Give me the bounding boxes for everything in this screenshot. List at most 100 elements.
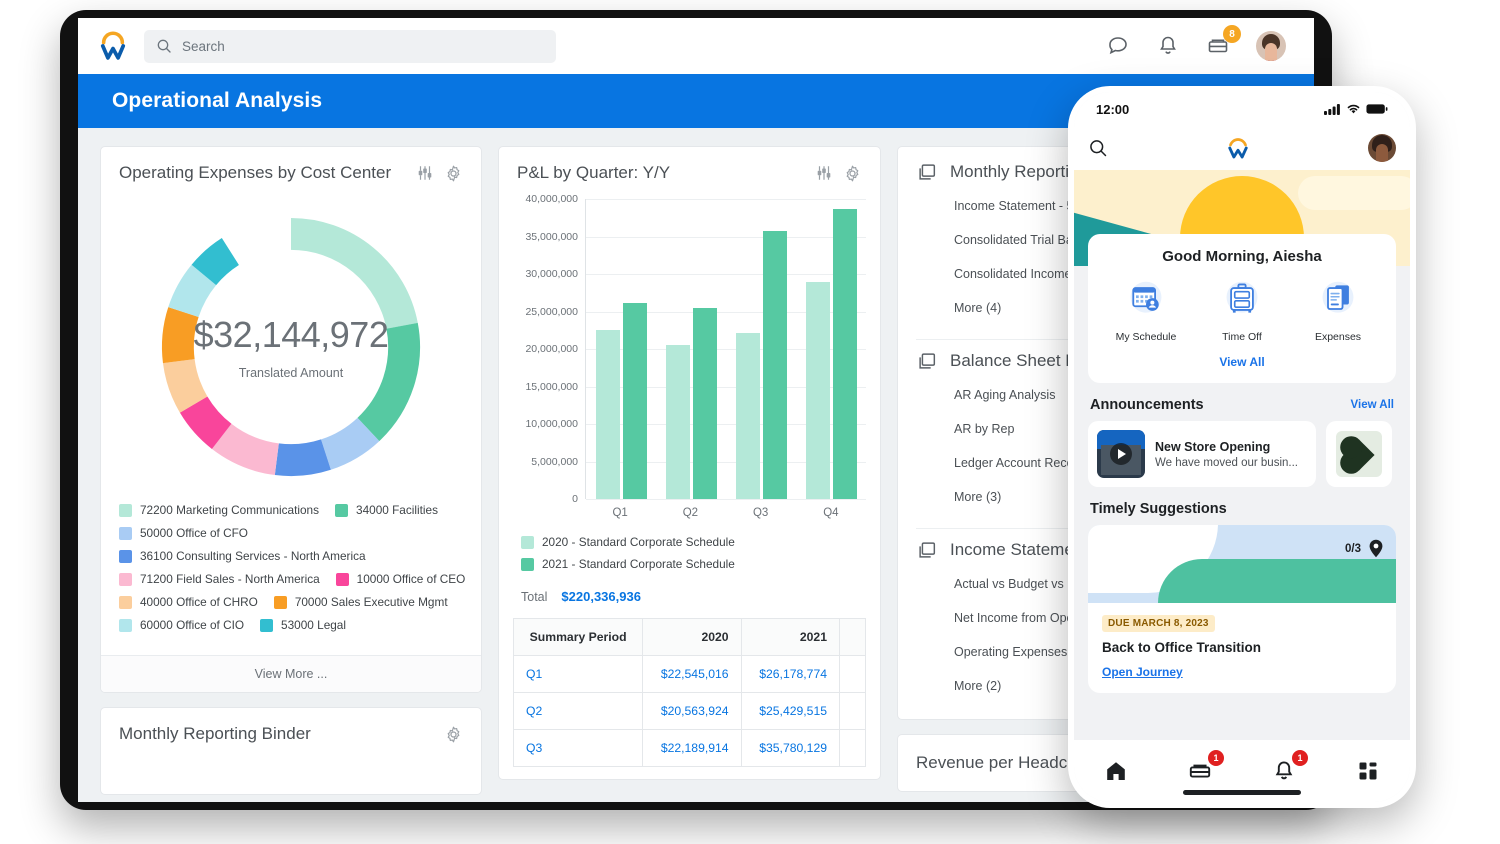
table-cell-period[interactable]: Q1 — [512, 655, 644, 693]
table-header: 2020 — [642, 618, 742, 656]
suggestion-card[interactable]: 0/3 DUE MARCH 8, 2023 Back to Office Tra… — [1088, 525, 1396, 693]
home-indicator — [1183, 790, 1301, 795]
phone-navbar — [1074, 126, 1410, 170]
announcements-title: Announcements — [1090, 397, 1204, 413]
legend-item[interactable]: 71200 Field Sales - North America — [119, 572, 320, 586]
open-journey-link[interactable]: Open Journey — [1088, 655, 1396, 693]
x-tick: Q2 — [682, 507, 699, 519]
legend-swatch — [521, 557, 534, 571]
y-tick: 0 — [572, 493, 578, 505]
binder-icon — [919, 542, 936, 558]
search-icon[interactable] — [1088, 138, 1108, 158]
binder-icon — [919, 164, 936, 180]
table-cell-2020[interactable]: $20,563,924 — [642, 692, 742, 730]
bar-group — [735, 199, 787, 499]
inbox-icon[interactable]: 8 — [1206, 25, 1241, 58]
bar-chart[interactable]: 40,000,000 35,000,000 30,000,000 25,000,… — [499, 193, 880, 523]
quick-actions-row: My Schedule Time Off Expenses — [1098, 279, 1386, 343]
quick-action-label: Time Off — [1222, 331, 1262, 343]
legend-item[interactable]: 34000 Facilities — [335, 503, 438, 517]
legend-item[interactable]: 2020 - Standard Corporate Schedule — [521, 535, 735, 549]
legend-label: 2020 - Standard Corporate Schedule — [542, 535, 735, 549]
legend-item[interactable]: 2021 - Standard Corporate Schedule — [521, 557, 735, 571]
view-all-button[interactable]: View All — [1098, 343, 1386, 373]
table-cell-period[interactable]: Q3 — [512, 729, 644, 767]
bar[interactable] — [665, 344, 690, 499]
filter-icon[interactable] — [815, 164, 833, 182]
table-cell-2020[interactable]: $22,189,914 — [642, 729, 742, 767]
bar[interactable] — [622, 302, 647, 499]
bar[interactable] — [832, 208, 857, 499]
phone-content[interactable]: Good Morning, Aiesha My Schedule Time Of… — [1074, 170, 1410, 740]
tab-home[interactable] — [1101, 756, 1131, 786]
legend-row: 60000 Office of CIO 53000 Legal — [119, 618, 463, 632]
card-header: Monthly Reporting Binder — [101, 708, 481, 754]
chat-icon[interactable] — [1106, 34, 1130, 58]
phone-device-frame: 12:00 Good Morning, Aiesha My Schedule T… — [1068, 86, 1416, 808]
avatar[interactable] — [1368, 134, 1396, 162]
bar[interactable] — [595, 329, 620, 499]
bar[interactable] — [805, 282, 830, 499]
workday-logo[interactable] — [1223, 133, 1253, 163]
announcement-card[interactable]: New Store Opening We have moved our busi… — [1088, 421, 1316, 487]
gear-icon[interactable] — [444, 725, 463, 744]
workday-logo[interactable] — [96, 29, 130, 63]
legend-item[interactable]: 50000 Office of CFO — [119, 526, 248, 540]
suggestions-title: Timely Suggestions — [1090, 501, 1227, 517]
filter-icon[interactable] — [416, 164, 434, 182]
legend-item[interactable]: 53000 Legal — [260, 618, 346, 632]
legend-item[interactable]: 72200 Marketing Communications — [119, 503, 319, 517]
search-input[interactable]: Search — [144, 29, 556, 63]
card-actions — [416, 164, 463, 183]
view-more-button[interactable]: View More ... — [101, 655, 481, 692]
y-tick: 35,000,000 — [525, 230, 578, 243]
legend-item[interactable]: 70000 Sales Executive Mgmt — [273, 595, 448, 609]
table-cell-2021[interactable]: $35,780,129 — [740, 729, 841, 767]
legend-swatch — [119, 503, 132, 517]
table-cell-2021[interactable]: $26,178,774 — [740, 655, 841, 693]
legend-item[interactable]: 10000 Office of CEO — [335, 572, 465, 586]
total-value[interactable]: $220,336,936 — [561, 589, 641, 604]
inbox-icon — [1189, 764, 1211, 778]
card-title: Monthly Reporting Binder — [119, 724, 311, 743]
greeting-card: Good Morning, Aiesha My Schedule Time Of… — [1088, 234, 1396, 383]
table-row[interactable]: Q2 $20,563,924 $25,429,515 — [512, 692, 866, 730]
card-actions — [444, 725, 463, 744]
bar[interactable] — [735, 332, 760, 499]
global-topbar: Search 8 — [78, 18, 1314, 74]
quick-action-expenses[interactable]: Expenses — [1292, 279, 1384, 343]
bar[interactable] — [762, 230, 787, 499]
tab-notifications[interactable]: 1 — [1269, 750, 1308, 786]
table-row[interactable]: Q3 $22,189,914 $35,780,129 — [512, 729, 866, 767]
legend-item[interactable]: 60000 Office of CIO — [119, 618, 244, 632]
cloud-shape — [1298, 176, 1410, 210]
suggestion-illustration: 0/3 — [1088, 525, 1396, 603]
y-tick: 5,000,000 — [531, 455, 578, 468]
legend-swatch — [119, 526, 132, 540]
x-axis-labels: Q1 Q2 Q3 Q4 — [585, 507, 866, 519]
gear-icon[interactable] — [444, 164, 463, 183]
inbox-badge: 8 — [1223, 25, 1241, 43]
legend-item[interactable]: 40000 Office of CHRO — [119, 595, 258, 609]
legend-label: 60000 Office of CIO — [140, 618, 245, 632]
announcements-view-all[interactable]: View All — [1351, 399, 1394, 411]
quick-action-my-schedule[interactable]: My Schedule — [1100, 279, 1192, 343]
quick-action-time-off[interactable]: Time Off — [1196, 279, 1288, 343]
announcement-card[interactable] — [1326, 421, 1392, 487]
gear-icon[interactable] — [843, 164, 862, 183]
table-cell-period[interactable]: Q2 — [512, 692, 644, 730]
tab-inbox[interactable]: 1 — [1185, 750, 1224, 786]
table-cell-spacer — [839, 655, 866, 693]
table-cell-2020[interactable]: $22,545,016 — [642, 655, 742, 693]
legend-label: 72200 Marketing Communications — [140, 503, 320, 517]
legend-item[interactable]: 36100 Consulting Services - North Americ… — [119, 549, 366, 563]
table-row[interactable]: Q1 $22,545,016 $26,178,774 — [512, 655, 866, 693]
avatar[interactable] — [1256, 31, 1286, 61]
location-pin-icon — [1369, 539, 1383, 558]
tab-apps[interactable] — [1353, 756, 1383, 786]
donut-chart[interactable]: $32,144,972 Translated Amount — [101, 193, 481, 501]
table-cell-2021[interactable]: $25,429,515 — [740, 692, 841, 730]
table-header-spacer — [839, 618, 866, 656]
bar[interactable] — [692, 308, 717, 499]
bell-icon[interactable] — [1156, 34, 1180, 58]
